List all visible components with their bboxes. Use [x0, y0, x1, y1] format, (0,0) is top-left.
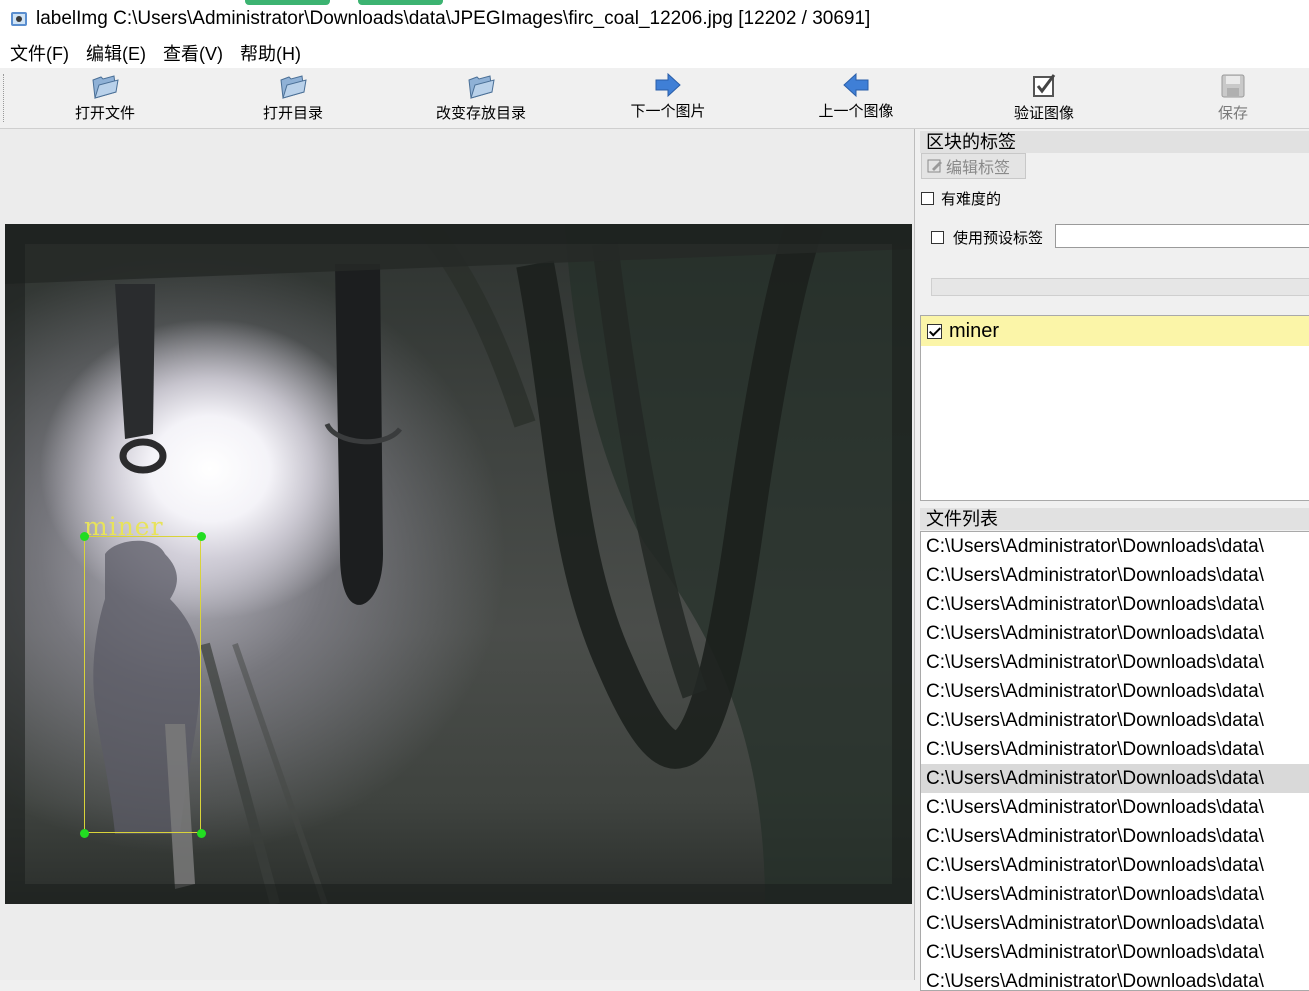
menu-edit[interactable]: 编辑(E)	[78, 40, 154, 66]
file-list-item[interactable]: C:\Users\Administrator\Downloads\data\	[921, 590, 1309, 619]
edit-pencil-icon	[927, 159, 942, 173]
label-loading-progress	[931, 278, 1309, 296]
difficult-checkbox-row[interactable]: 有难度的	[921, 188, 1001, 209]
folder-open-icon	[92, 75, 119, 99]
open-dir-button[interactable]: 打开目录	[233, 70, 353, 126]
menu-file[interactable]: 文件(F)	[1, 40, 77, 66]
difficult-label: 有难度的	[941, 191, 1002, 208]
file-list-item[interactable]: C:\Users\Administrator\Downloads\data\	[921, 938, 1309, 967]
title-bar: labelImg C:\Users\Administrator\Download…	[0, 0, 1309, 38]
change-save-dir-label: 改变存放目录	[435, 105, 526, 122]
file-list-item[interactable]: C:\Users\Administrator\Downloads\data\	[921, 532, 1309, 561]
file-list-item[interactable]: C:\Users\Administrator\Downloads\data\	[921, 735, 1309, 764]
arrow-left-icon	[843, 72, 869, 98]
difficult-checkbox[interactable]	[921, 192, 934, 205]
open-dir-label: 打开目录	[262, 105, 323, 122]
verify-image-button[interactable]: 验证图像	[984, 70, 1104, 126]
top-accent-right	[358, 0, 443, 5]
file-list-item[interactable]: C:\Users\Administrator\Downloads\data\	[921, 967, 1309, 990]
save-label: 保存	[1217, 105, 1248, 122]
bbox-handle-top-right[interactable]	[197, 532, 206, 541]
file-list-item[interactable]: C:\Users\Administrator\Downloads\data\	[921, 880, 1309, 909]
change-save-dir-button[interactable]: 改变存放目录	[421, 70, 541, 126]
toolbar: 打开文件 打开目录 改变存放目录 下一个图片 上一个图像 验证图像 保存	[0, 68, 1309, 129]
folder-open-icon	[468, 75, 495, 99]
use-default-label-row[interactable]: 使用预设标签	[931, 227, 1043, 248]
next-image-button[interactable]: 下一个图片	[608, 70, 728, 126]
file-list-item[interactable]: C:\Users\Administrator\Downloads\data\	[921, 677, 1309, 706]
top-accent-left	[245, 0, 330, 5]
toolbar-grip[interactable]	[3, 74, 6, 122]
menu-help[interactable]: 帮助(H)	[232, 40, 309, 66]
prev-image-label: 上一个图像	[818, 103, 894, 120]
window-title: labelImg C:\Users\Administrator\Download…	[36, 8, 871, 29]
prev-image-button[interactable]: 上一个图像	[796, 70, 916, 126]
file-list-item[interactable]: C:\Users\Administrator\Downloads\data\	[921, 619, 1309, 648]
use-default-label-checkbox[interactable]	[931, 231, 944, 244]
arrow-right-icon	[655, 72, 681, 98]
verify-checkbox-icon	[1033, 74, 1056, 97]
next-image-label: 下一个图片	[630, 103, 706, 120]
right-dock: 区块的标签 编辑标签 有难度的 使用预设标签 miner 文件列表 C:\Use…	[917, 129, 1309, 991]
bbox-handle-bottom-right[interactable]	[197, 829, 206, 838]
folder-open-icon	[280, 75, 307, 99]
menu-view[interactable]: 查看(V)	[155, 40, 231, 66]
file-list-item[interactable]: C:\Users\Administrator\Downloads\data\	[921, 909, 1309, 938]
file-list-item[interactable]: C:\Users\Administrator\Downloads\data\	[921, 706, 1309, 735]
edit-label-text: 编辑标签	[946, 160, 1011, 177]
open-file-label: 打开文件	[74, 105, 135, 122]
verify-image-label: 验证图像	[1013, 105, 1074, 122]
file-list-item[interactable]: C:\Users\Administrator\Downloads\data\	[921, 851, 1309, 880]
use-default-label-text: 使用预设标签	[953, 230, 1044, 247]
edit-label-button[interactable]: 编辑标签	[921, 153, 1026, 179]
file-list-item-selected[interactable]: C:\Users\Administrator\Downloads\data\	[921, 764, 1309, 793]
bounding-box[interactable]	[84, 536, 201, 833]
label-item-checkbox[interactable]	[927, 323, 942, 339]
save-button[interactable]: 保存	[1173, 70, 1293, 126]
default-label-input[interactable]	[1055, 224, 1309, 248]
label-item-text: miner	[949, 319, 1000, 342]
label-list-item[interactable]: miner	[921, 316, 1309, 346]
file-list-item[interactable]: C:\Users\Administrator\Downloads\data\	[921, 822, 1309, 851]
file-list-item[interactable]: C:\Users\Administrator\Downloads\data\	[921, 793, 1309, 822]
file-list[interactable]: C:\Users\Administrator\Downloads\data\ C…	[920, 531, 1309, 991]
floppy-disk-icon	[1221, 74, 1245, 98]
bbox-handle-top-left[interactable]	[80, 532, 89, 541]
file-list-item[interactable]: C:\Users\Administrator\Downloads\data\	[921, 561, 1309, 590]
box-labels-title: 区块的标签	[920, 131, 1309, 153]
file-list-item[interactable]: C:\Users\Administrator\Downloads\data\	[921, 648, 1309, 677]
label-list[interactable]: miner	[920, 315, 1309, 501]
file-list-title: 文件列表	[920, 508, 1309, 530]
open-file-button[interactable]: 打开文件	[45, 70, 165, 126]
bbox-handle-bottom-left[interactable]	[80, 829, 89, 838]
labelimg-app-icon	[11, 12, 27, 26]
menu-bar: 文件(F) 编辑(E) 查看(V) 帮助(H)	[0, 38, 1309, 68]
